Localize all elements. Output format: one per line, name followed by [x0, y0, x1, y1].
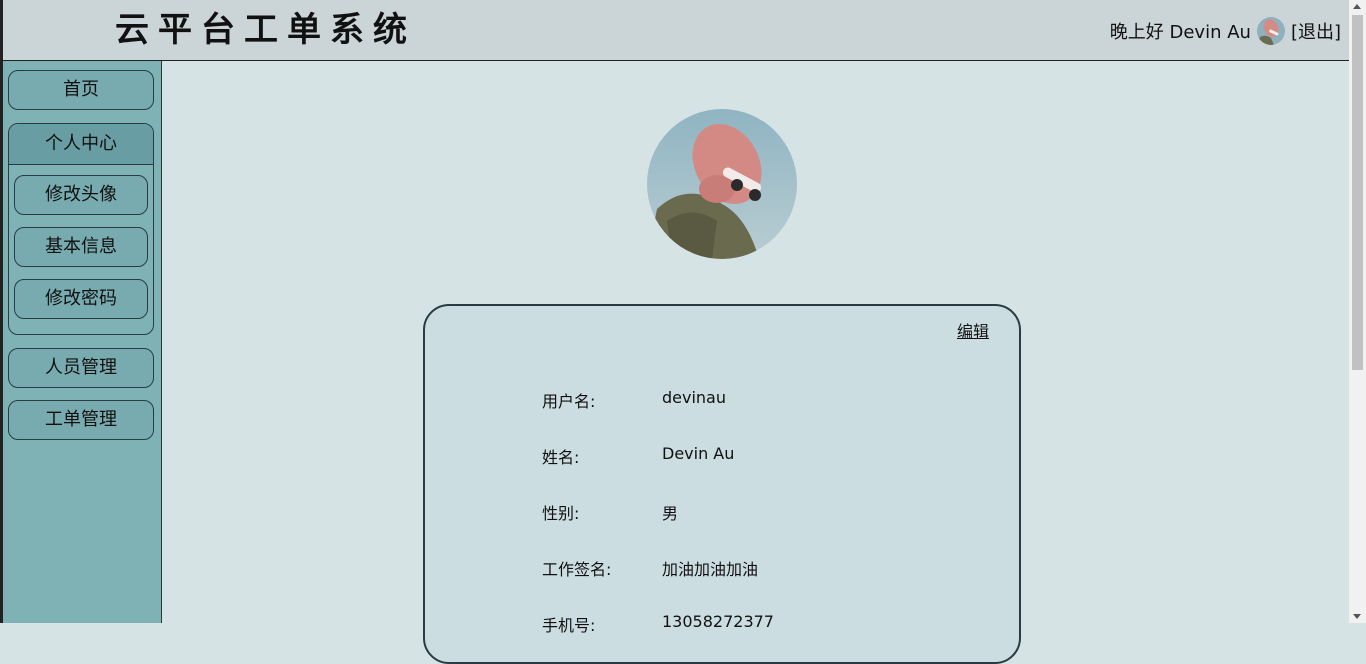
sidebar: 首页 个人中心 修改头像 基本信息 修改密码 人员管理 工单管理 — [3, 61, 162, 623]
greeting-text: 晚上好 Devin Au — [1109, 22, 1251, 43]
user-avatar-small[interactable] — [1256, 17, 1285, 45]
field-label: 姓名: — [542, 448, 580, 467]
field-label: 工作签名: — [542, 560, 612, 579]
field-label: 性别: — [542, 504, 580, 523]
field-value: devinau — [662, 388, 726, 407]
scroll-up-arrow-icon[interactable] — [1353, 4, 1361, 9]
field-value: 加油加油加油 — [662, 560, 759, 579]
logout-link[interactable]: [退出] — [1291, 18, 1341, 44]
scroll-down-arrow-icon[interactable] — [1353, 614, 1361, 619]
nav-change-avatar[interactable]: 修改头像 — [14, 175, 148, 215]
field-value: 13058272377 — [662, 612, 774, 631]
vertical-scrollbar[interactable] — [1349, 0, 1366, 623]
nav-basic-info[interactable]: 基本信息 — [14, 227, 148, 267]
app-title: 云平台工单系统 — [115, 10, 416, 50]
edit-link[interactable]: 编辑 — [957, 318, 989, 342]
field-label: 用户名: — [542, 392, 596, 411]
user-greeting-area: 晚上好 Devin Au [退出] — [1110, 16, 1341, 46]
nav-home[interactable]: 首页 — [8, 70, 154, 110]
profile-avatar — [647, 109, 797, 259]
field-label: 手机号: — [542, 616, 596, 635]
nav-change-password[interactable]: 修改密码 — [14, 279, 148, 319]
scrollbar-thumb[interactable] — [1352, 15, 1363, 370]
field-value: 男 — [662, 504, 679, 523]
nav-personal-center[interactable]: 个人中心 — [9, 124, 153, 165]
field-value: Devin Au — [662, 444, 735, 463]
nav-staff-management[interactable]: 人员管理 — [8, 348, 154, 388]
nav-group-personal-center: 个人中心 修改头像 基本信息 修改密码 — [8, 123, 154, 335]
top-header: 云平台工单系统 晚上好 Devin Au [退出] — [3, 0, 1349, 61]
profile-card: 编辑 用户名: devinau 姓名: Devin Au 性别: 男 工作签名:… — [423, 304, 1021, 664]
nav-ticket-management[interactable]: 工单管理 — [8, 400, 154, 440]
